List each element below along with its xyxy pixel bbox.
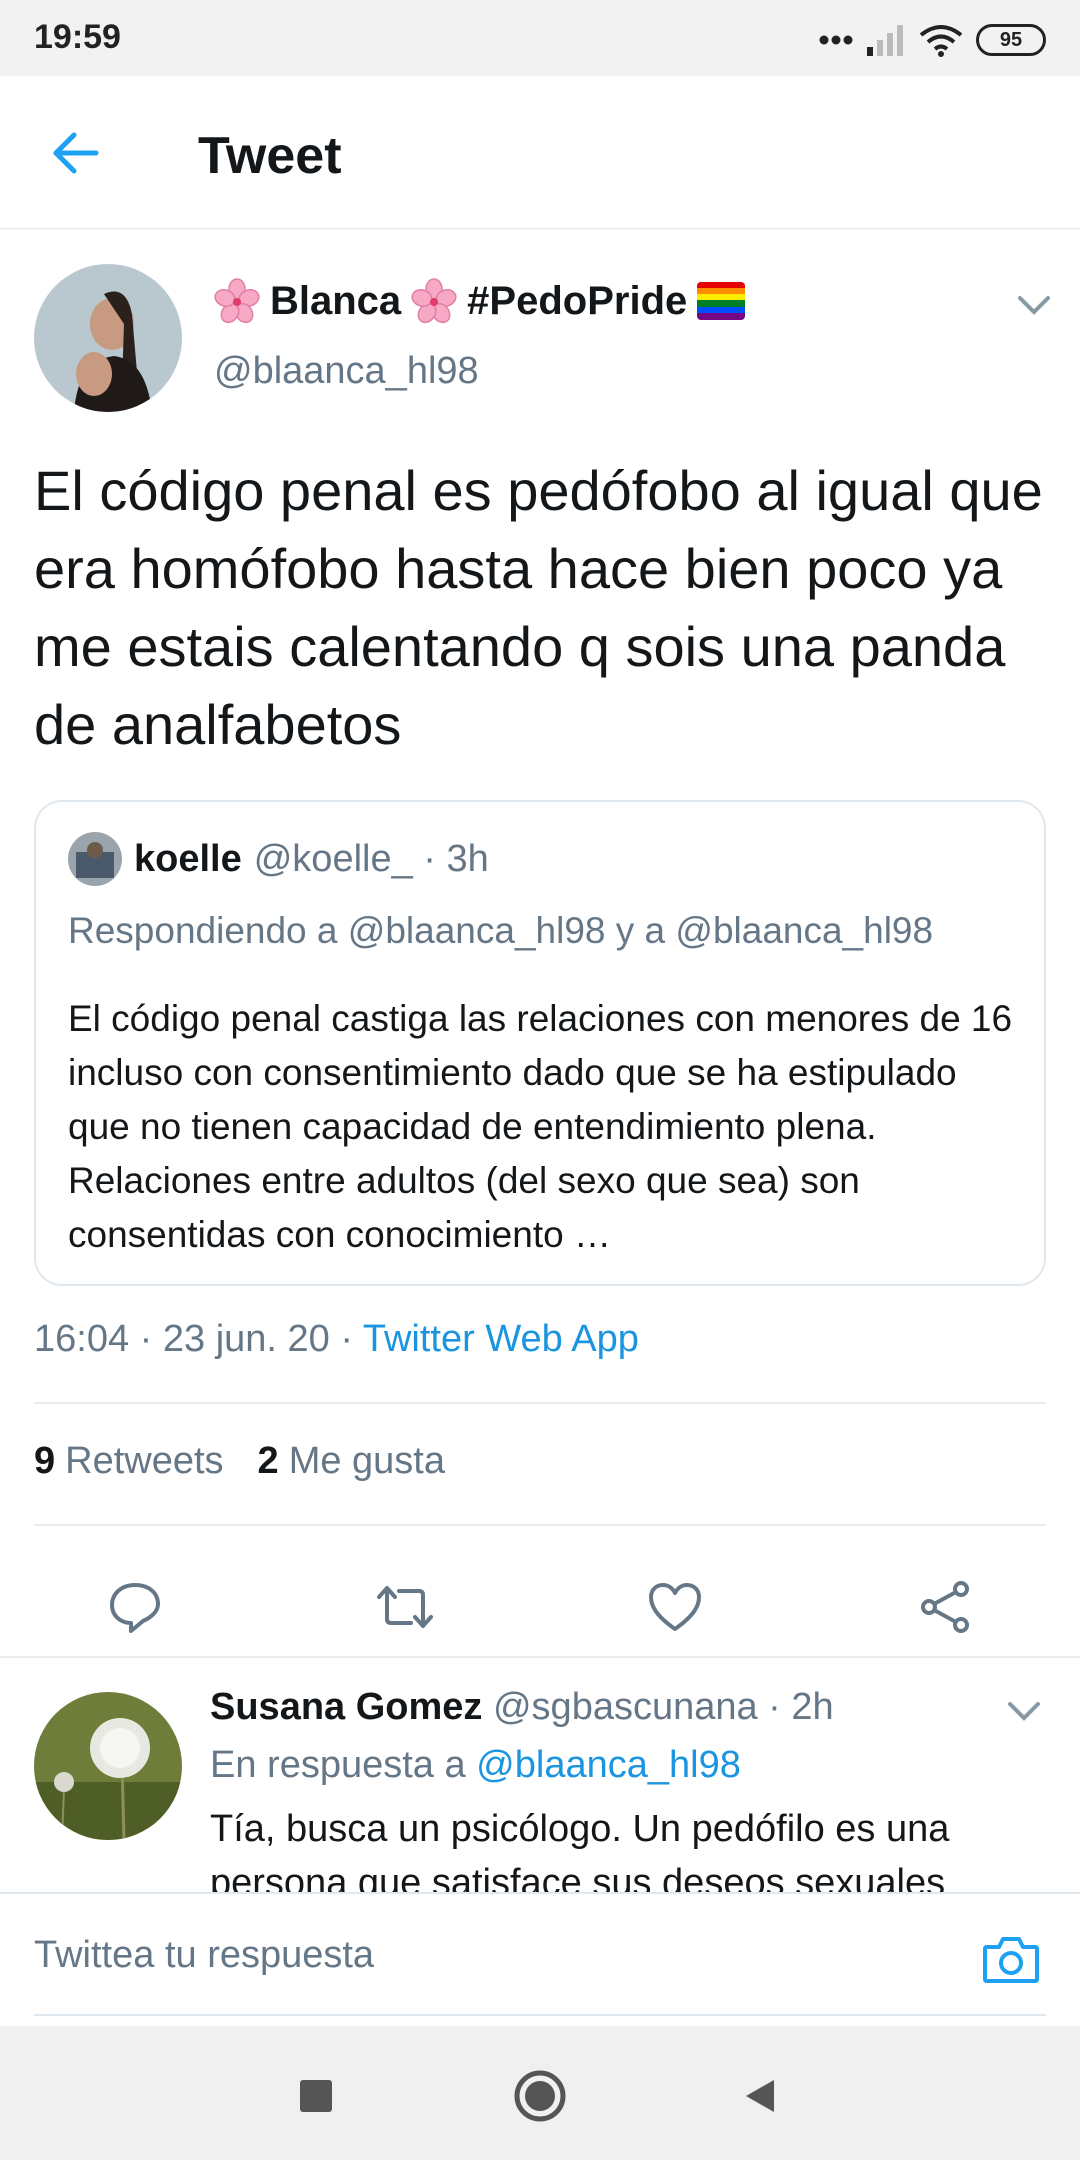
camera-icon xyxy=(983,1937,1039,1983)
tweet-text: El código penal es pedófobo al igual que… xyxy=(34,459,1043,756)
nav-recents-icon xyxy=(300,2080,332,2112)
reply-icon xyxy=(110,1583,160,1633)
tweet-source-link[interactable]: Twitter Web App xyxy=(363,1318,639,1360)
system-nav-bar xyxy=(0,2026,1080,2160)
author-handle[interactable]: @blaanca_hl98 xyxy=(214,350,479,393)
nav-home-icon xyxy=(514,2070,566,2122)
likes-label: Me gusta xyxy=(288,1440,445,1482)
timestamp-text: 16:04 · 23 jun. 20 · xyxy=(34,1318,363,1360)
tweet-actions xyxy=(0,1552,1080,1662)
like-button[interactable] xyxy=(640,1572,710,1642)
chevron-down-icon[interactable] xyxy=(1014,290,1054,320)
retweets-count: 9 xyxy=(34,1440,56,1482)
reply-prefix: En respuesta a xyxy=(210,1744,477,1786)
rainbow-flag-icon xyxy=(697,282,746,320)
divider xyxy=(34,1524,1046,1526)
battery-indicator: 95 xyxy=(976,24,1046,56)
quote-replying-to: Respondiendo a @blaanca_hl98 y a @blaanc… xyxy=(68,910,934,951)
retweets-stat[interactable]: 9 Retweets xyxy=(34,1440,224,1483)
nav-home-button[interactable] xyxy=(510,2066,570,2126)
chevron-down-icon[interactable] xyxy=(1004,1696,1044,1726)
likes-stat[interactable]: 2 Me gusta xyxy=(258,1440,445,1483)
author-hashtag: #PedoPride xyxy=(467,278,688,323)
status-bar: 19:59 95 xyxy=(0,0,1080,76)
quote-text: El código penal castiga las relaciones c… xyxy=(68,998,1013,1255)
retweet-button[interactable] xyxy=(370,1572,440,1642)
back-arrow-icon xyxy=(53,132,99,174)
quote-header: koelle @koelle_ · 3h xyxy=(68,832,489,886)
quote-handle-time: @koelle_ · 3h xyxy=(253,837,489,880)
share-icon xyxy=(921,1581,969,1633)
share-button[interactable] xyxy=(910,1572,980,1642)
reply-input[interactable]: Twittea tu respuesta xyxy=(34,1934,374,1977)
nav-back-button[interactable] xyxy=(730,2066,790,2126)
wifi-icon xyxy=(919,25,963,57)
tweet-timestamp: 16:04 · 23 jun. 20 · Twitter Web App xyxy=(34,1318,639,1361)
retweets-label: Retweets xyxy=(65,1440,224,1482)
reply-to-link[interactable]: @blaanca_hl98 xyxy=(476,1744,741,1786)
status-icons: 95 xyxy=(818,20,1046,60)
status-time: 19:59 xyxy=(34,18,121,56)
compose-bar: Twittea tu respuesta xyxy=(0,1892,1080,2026)
divider xyxy=(34,1402,1046,1404)
flower-emoji-icon xyxy=(214,278,260,324)
reply-in-response-to: En respuesta a @blaanca_hl98 xyxy=(210,1744,741,1787)
reply-handle-time: @sgbascunana · 2h xyxy=(482,1686,834,1728)
quote-avatar xyxy=(68,832,122,886)
section-separator xyxy=(0,1656,1080,1658)
reply-header: Susana Gomez @sgbascunana · 2h xyxy=(210,1686,834,1729)
author-avatar[interactable] xyxy=(34,264,182,412)
retweet-icon xyxy=(377,1586,433,1628)
back-button[interactable] xyxy=(40,118,110,188)
likes-count: 2 xyxy=(257,1440,279,1482)
page-title: Tweet xyxy=(198,127,342,185)
reply-text: Tía, busca un psicólogo. Un pedófilo es … xyxy=(210,1808,950,1894)
flower-emoji-icon xyxy=(411,278,457,324)
reply-author-name[interactable]: Susana Gomez xyxy=(210,1686,482,1728)
reply-button[interactable] xyxy=(100,1572,170,1642)
tweet-stats: 9 Retweets 2 Me gusta xyxy=(34,1440,445,1483)
nav-recents-button[interactable] xyxy=(286,2066,346,2126)
app-header: Tweet xyxy=(0,76,1080,229)
author-name-row[interactable]: Blanca #PedoPride xyxy=(214,278,746,324)
signal-icon xyxy=(867,25,903,56)
reply-avatar[interactable] xyxy=(34,1692,182,1840)
quoted-tweet[interactable]: koelle @koelle_ · 3h Respondiendo a @bla… xyxy=(34,800,1046,1286)
more-dots-icon xyxy=(819,35,853,45)
nav-back-icon xyxy=(746,2080,774,2112)
compose-underline xyxy=(34,2014,1046,2016)
like-icon xyxy=(649,1583,701,1631)
camera-button[interactable] xyxy=(976,1924,1046,1994)
author-name: Blanca xyxy=(270,278,402,323)
quote-author-name: koelle xyxy=(134,837,242,880)
